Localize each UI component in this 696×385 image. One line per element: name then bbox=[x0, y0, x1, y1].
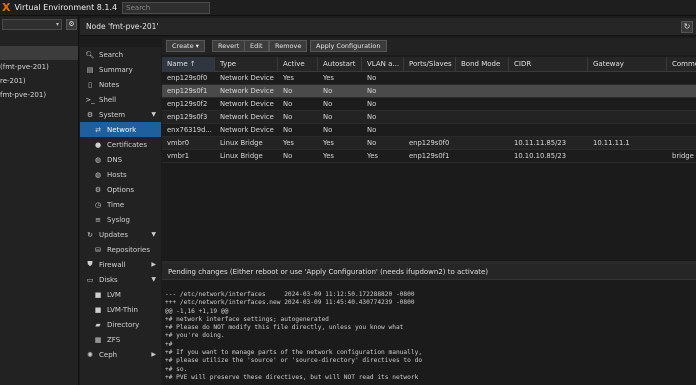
column-type[interactable]: Type bbox=[215, 57, 278, 72]
nav-item-notes[interactable]: ▯ Notes bbox=[80, 77, 161, 92]
nav-item-system[interactable]: ⚙ System ▼ bbox=[80, 107, 161, 122]
table-row[interactable]: enx76319d... Network Device No No No bbox=[162, 124, 696, 137]
tree-row-item[interactable]: fmt-pve-201) bbox=[0, 88, 78, 102]
column-cidr[interactable]: CIDR bbox=[509, 57, 588, 72]
resource-tree: ▾ ⚙ (fmt-pve-201) re-201) fmt-pve-201) bbox=[0, 16, 79, 385]
network-icon: ⇄ bbox=[95, 125, 101, 134]
chevron-down-icon: ▾ bbox=[55, 20, 59, 28]
column-autostart[interactable]: Autostart bbox=[318, 57, 362, 72]
nav-item-syslog[interactable]: ≡ Syslog bbox=[80, 212, 161, 227]
column-gateway[interactable]: Gateway bbox=[588, 57, 667, 72]
nav-item-lvm[interactable]: ■ LVM bbox=[80, 287, 161, 302]
book-icon: ▤ bbox=[86, 65, 94, 74]
column-active[interactable]: Active bbox=[278, 57, 318, 72]
nav-item-updates[interactable]: ↻ Updates ▼ bbox=[80, 227, 161, 242]
chevron-down-icon[interactable]: ▼ bbox=[151, 231, 156, 238]
node-header: Node 'fmt-pve-201' ↻ bbox=[80, 18, 696, 36]
notes-icon: ▯ bbox=[88, 80, 92, 89]
refresh-icon: ↻ bbox=[87, 230, 93, 239]
ceph-icon: ✺ bbox=[87, 350, 93, 359]
nav-item-certificates[interactable]: ● Certificates bbox=[80, 137, 161, 152]
table-row[interactable]: enp129s0f0 Network Device Yes Yes No bbox=[162, 72, 696, 85]
revert-button[interactable]: Revert bbox=[212, 40, 246, 52]
table-row[interactable]: vmbr1 Linux Bridge No Yes Yes enp129s0f1… bbox=[162, 150, 696, 163]
view-select[interactable]: ▾ bbox=[2, 18, 62, 30]
nav-item-dns[interactable]: ◍ DNS bbox=[80, 152, 161, 167]
gear-icon: ⚙ bbox=[86, 110, 94, 119]
gear-icon: ⚙ bbox=[68, 19, 75, 28]
nav-item-lvm-thin[interactable]: ■ LVM-Thin bbox=[80, 302, 161, 317]
proxmox-logo-icon: X bbox=[2, 0, 11, 14]
tree-row-node[interactable] bbox=[0, 46, 78, 60]
network-panel: Create ▾ Revert Edit Remove Apply Config… bbox=[162, 38, 696, 385]
clock-icon: ◷ bbox=[94, 200, 102, 209]
options-icon: ⚙ bbox=[94, 185, 102, 194]
tree-row-datacenter[interactable] bbox=[0, 32, 78, 46]
nav-item-repositories[interactable]: ⛁ Repositories bbox=[80, 242, 161, 257]
table-row[interactable]: enp129s0f2 Network Device No No No bbox=[162, 98, 696, 111]
column-comment[interactable]: Comment bbox=[667, 57, 696, 72]
table-row[interactable]: enp129s0f1 Network Device No No No bbox=[162, 85, 696, 98]
certificate-icon: ● bbox=[94, 140, 102, 149]
nav-item-ceph[interactable]: ✺ Ceph ▶ bbox=[80, 347, 161, 362]
nav-item-summary[interactable]: ▤ Summary bbox=[80, 62, 161, 77]
chevron-right-icon[interactable]: ▶ bbox=[151, 261, 156, 268]
remove-button[interactable]: Remove bbox=[269, 40, 308, 52]
grid-header: Name ↑ Type Active Autostart VLAN a... P… bbox=[162, 57, 696, 72]
nav-item-network[interactable]: ⇄ Network bbox=[80, 122, 161, 137]
list-icon: ≡ bbox=[95, 215, 101, 224]
square-icon: ■ bbox=[94, 290, 102, 299]
nav-item-shell[interactable]: >_ Shell bbox=[80, 92, 161, 107]
refresh-icon: ↻ bbox=[683, 22, 691, 31]
globe-icon: ◍ bbox=[94, 155, 102, 164]
column-name[interactable]: Name ↑ bbox=[162, 57, 215, 72]
search-input[interactable]: Search bbox=[122, 1, 211, 14]
pending-changes-diff: --- /etc/network/interfaces 2024-03-09 1… bbox=[165, 291, 423, 381]
folder-icon: ▰ bbox=[95, 320, 101, 329]
chevron-down-icon[interactable]: ▼ bbox=[151, 276, 156, 283]
tree-settings-button[interactable]: ⚙ bbox=[66, 18, 77, 30]
apply-configuration-button[interactable]: Apply Configuration bbox=[310, 40, 387, 52]
nav-item-firewall[interactable]: ⛊ Firewall ▶ bbox=[80, 257, 161, 272]
page-title: Node 'fmt-pve-201' bbox=[86, 22, 159, 31]
column-bond-mode[interactable]: Bond Mode bbox=[456, 57, 509, 72]
nav-item-search[interactable]: 🔍︎ Search bbox=[80, 47, 161, 62]
square-icon: ■ bbox=[94, 305, 102, 314]
grid-icon: ▦ bbox=[94, 335, 102, 344]
network-toolbar: Create ▾ Revert Edit Remove Apply Config… bbox=[162, 38, 696, 55]
hosts-icon: ◍ bbox=[94, 170, 102, 179]
nav-item-time[interactable]: ◷ Time bbox=[80, 197, 161, 212]
nav-item-directory[interactable]: ▰ Directory bbox=[80, 317, 161, 332]
pending-changes-title: Pending changes (Either reboot or use 'A… bbox=[162, 264, 696, 280]
repository-icon: ⛁ bbox=[95, 245, 101, 254]
create-button[interactable]: Create ▾ bbox=[166, 40, 205, 52]
nav-item-hosts[interactable]: ◍ Hosts bbox=[80, 167, 161, 182]
tree-row-item[interactable]: re-201) bbox=[0, 74, 78, 88]
shield-icon: ⛊ bbox=[87, 260, 93, 268]
tree-toolbar: ▾ ⚙ bbox=[0, 16, 78, 32]
tree-row-item[interactable]: (fmt-pve-201) bbox=[0, 60, 78, 74]
top-bar: X Virtual Environment 8.1.4 Search bbox=[0, 0, 696, 16]
table-row[interactable]: enp129s0f3 Network Device No No No bbox=[162, 111, 696, 124]
node-menu: 🔍︎ Search ▤ Summary ▯ Notes >_ Shell ⚙ System… bbox=[80, 47, 161, 385]
nav-item-zfs[interactable]: ▦ ZFS bbox=[80, 332, 161, 347]
chevron-right-icon[interactable]: ▶ bbox=[151, 351, 156, 358]
nav-item-options[interactable]: ⚙ Options bbox=[80, 182, 161, 197]
pending-changes-panel: Pending changes (Either reboot or use 'A… bbox=[162, 261, 696, 385]
column-vlan-aware[interactable]: VLAN a... bbox=[362, 57, 404, 72]
table-row[interactable]: vmbr0 Linux Bridge Yes Yes No enp129s0f0… bbox=[162, 137, 696, 150]
column-ports-slaves[interactable]: Ports/Slaves bbox=[404, 57, 456, 72]
terminal-icon: >_ bbox=[85, 95, 95, 104]
edit-button[interactable]: Edit bbox=[244, 40, 269, 52]
disk-icon: ▭ bbox=[86, 275, 94, 284]
reload-button[interactable]: ↻ bbox=[681, 21, 693, 33]
chevron-down-icon[interactable]: ▼ bbox=[151, 111, 156, 118]
search-icon: 🔍︎ bbox=[85, 50, 95, 59]
network-grid: enp129s0f0 Network Device Yes Yes No enp… bbox=[162, 72, 696, 163]
nav-item-disks[interactable]: ▭ Disks ▼ bbox=[80, 272, 161, 287]
app-title: Virtual Environment 8.1.4 bbox=[14, 3, 118, 12]
